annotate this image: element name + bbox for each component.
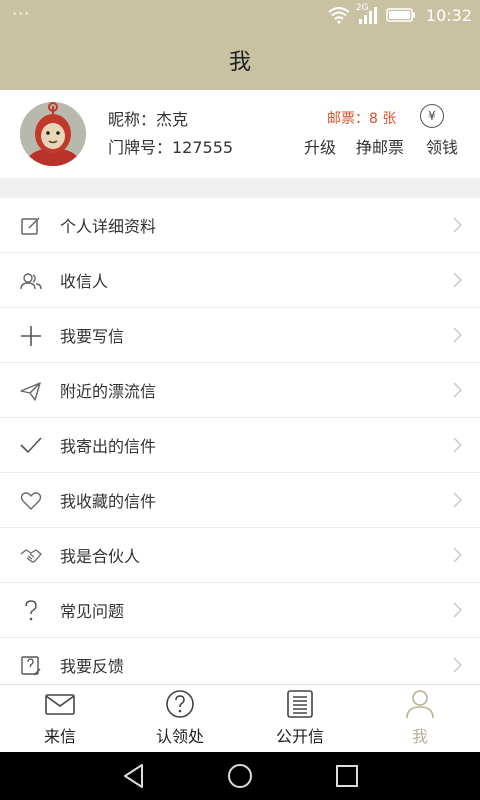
question-circle-icon <box>166 690 194 718</box>
menu-item-label: 我收藏的信件 <box>60 492 157 511</box>
menu-item-label: 我要写信 <box>60 327 125 346</box>
plus-icon <box>21 326 41 346</box>
tab-inbox[interactable]: 来信 <box>0 685 120 753</box>
tab-claims[interactable]: 认领处 <box>120 685 240 753</box>
document-icon <box>287 690 313 718</box>
menu-item-label: 附近的漂流信 <box>60 382 157 401</box>
chevron-right-icon <box>453 602 462 618</box>
handshake-icon <box>20 549 42 563</box>
clock: 10:32 <box>425 5 472 25</box>
tab-label: 来信 <box>43 727 76 746</box>
avatar[interactable] <box>20 102 86 166</box>
edit-icon <box>21 217 40 235</box>
checkmark-icon <box>20 437 42 454</box>
question-icon <box>25 600 37 621</box>
tab-open-letters[interactable]: 公开信 <box>240 685 360 753</box>
menu-item-label: 我要反馈 <box>60 657 125 676</box>
page-title: 我 <box>228 50 251 75</box>
tab-label: 公开信 <box>275 727 324 746</box>
yen-symbol: ¥ <box>428 109 436 123</box>
menu-item-recipients[interactable]: 收信人 <box>0 253 480 308</box>
menu-item-label: 我是合伙人 <box>60 547 141 566</box>
profile-card: 昵称：杰克 门牌号：127555 邮票：8 张 ¥ 升级 挣邮票 领钱 <box>0 90 480 178</box>
status-bar: ··· 2G 10:32 <box>0 0 480 30</box>
envelope-icon <box>45 694 75 715</box>
feedback-icon <box>21 656 41 676</box>
bottom-tab-bar: 来信 认领处 公开信 我 <box>0 684 480 752</box>
chevron-right-icon <box>453 382 462 398</box>
menu-item-label: 常见问题 <box>60 602 125 621</box>
system-navigation-bar <box>0 752 480 800</box>
chevron-right-icon <box>453 492 462 508</box>
paper-plane-icon <box>20 382 41 401</box>
menu-item-profile-details[interactable]: 个人详细资料 <box>0 198 480 253</box>
menu-item-write-letter[interactable]: 我要写信 <box>0 308 480 363</box>
section-divider <box>0 178 480 198</box>
heart-icon <box>20 492 42 510</box>
person-icon <box>406 690 434 719</box>
status-indicators: 2G 10:32 <box>328 3 472 25</box>
wifi-icon <box>328 7 350 24</box>
title-bar: 我 <box>0 30 480 90</box>
chevron-right-icon <box>453 547 462 563</box>
tab-label: 认领处 <box>155 727 204 746</box>
yen-icon[interactable]: ¥ <box>420 104 444 128</box>
menu-item-faq[interactable]: 常见问题 <box>0 583 480 638</box>
collect-money-link[interactable]: 领钱 <box>426 134 458 158</box>
nickname: 昵称：杰克 <box>108 110 189 129</box>
home-icon[interactable] <box>226 762 254 790</box>
stamp-count: 邮票：8 张 <box>327 111 397 127</box>
battery-icon <box>386 8 415 22</box>
back-icon[interactable] <box>120 762 148 790</box>
settings-menu: 个人详细资料 收信人 我要写信 附近的漂流信 我寄出的信件 我收藏的信件 我是合… <box>0 198 480 684</box>
earn-stamps-link[interactable]: 挣邮票 <box>356 134 404 158</box>
menu-item-sent-letters[interactable]: 我寄出的信件 <box>0 418 480 473</box>
chevron-right-icon <box>453 327 462 343</box>
chevron-right-icon <box>453 437 462 453</box>
door-number: 门牌号：127555 <box>108 138 234 157</box>
recent-apps-icon[interactable] <box>333 762 361 790</box>
tab-me[interactable]: 我 <box>360 685 480 753</box>
menu-item-feedback[interactable]: 我要反馈 <box>0 638 480 684</box>
chevron-right-icon <box>453 272 462 288</box>
menu-item-label: 我寄出的信件 <box>60 437 157 456</box>
menu-item-saved-letters[interactable]: 我收藏的信件 <box>0 473 480 528</box>
upgrade-link[interactable]: 升级 <box>304 134 336 158</box>
chevron-right-icon <box>453 217 462 233</box>
menu-item-label: 收信人 <box>60 272 109 291</box>
avatar-image <box>20 102 86 166</box>
menu-item-label: 个人详细资料 <box>60 217 157 236</box>
signal-icon: 2G <box>356 3 380 25</box>
chevron-right-icon <box>453 657 462 673</box>
menu-item-nearby-letters[interactable]: 附近的漂流信 <box>0 363 480 418</box>
people-icon <box>20 273 42 290</box>
tab-label: 我 <box>411 727 428 746</box>
notification-dots: ··· <box>12 4 31 23</box>
menu-item-partner[interactable]: 我是合伙人 <box>0 528 480 583</box>
